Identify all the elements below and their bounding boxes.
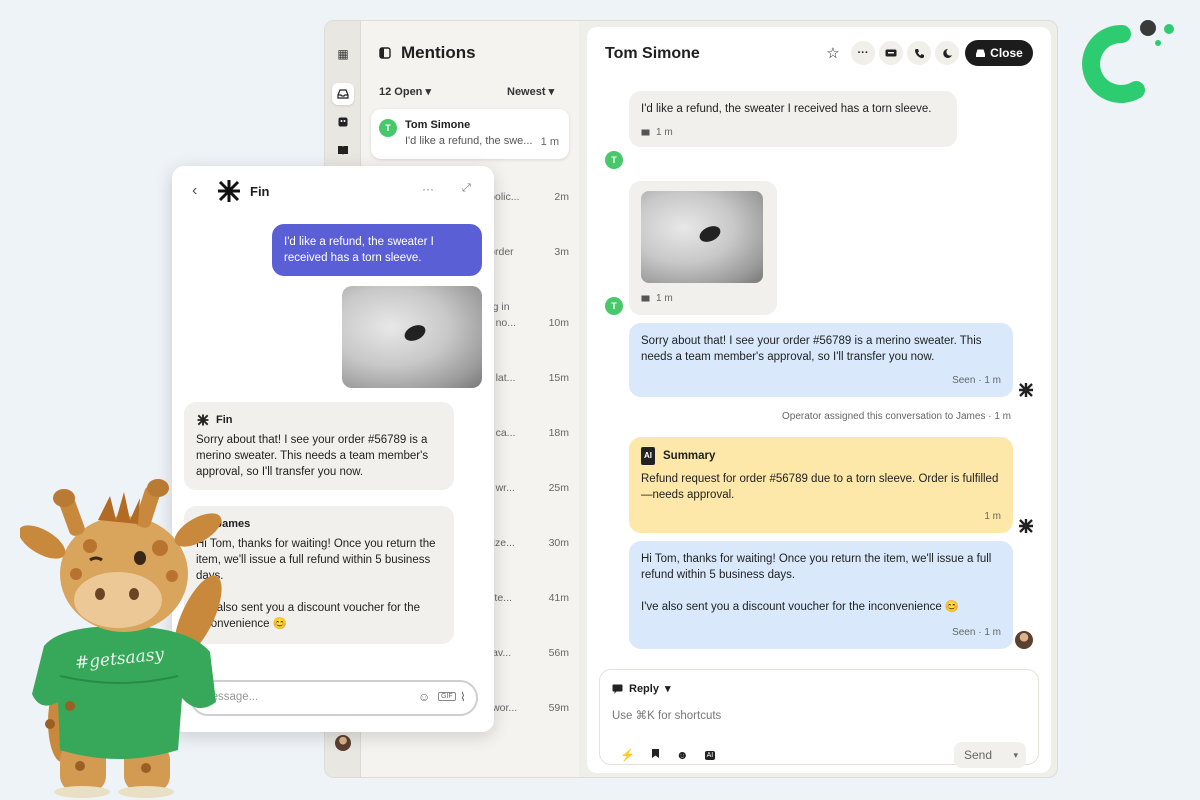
gif-icon[interactable]: GIF — [438, 692, 456, 701]
bookmark-icon[interactable] — [651, 748, 660, 762]
message-time: 1 m — [540, 136, 559, 148]
emoji-icon[interactable]: ☺ — [418, 690, 430, 704]
send-button[interactable]: Send ▾ — [954, 742, 1026, 768]
fin-sender: Fin — [196, 412, 442, 428]
ai-icon: AI — [641, 447, 655, 465]
reply-mode-dropdown[interactable]: Reply ▾ — [612, 682, 671, 695]
phone-icon[interactable] — [907, 41, 931, 65]
seen-status: Seen · 1 m — [952, 627, 1001, 638]
summary-header: AI Summary — [641, 447, 1001, 465]
knowledge-icon[interactable] — [332, 111, 354, 133]
snooze-icon[interactable] — [935, 41, 959, 65]
customer-avatar: T — [605, 151, 623, 169]
customer-message: I'd like a refund, the sweater I receive… — [629, 91, 957, 147]
message-icon — [641, 129, 650, 135]
fin-logo-icon — [218, 180, 240, 202]
list-item[interactable]: he wr... 25m — [481, 482, 571, 498]
user-message: I'd like a refund, the sweater I receive… — [272, 224, 482, 276]
summary-text: Refund request for order #56789 due to a… — [641, 473, 999, 501]
sweater-photo[interactable] — [342, 286, 482, 388]
attach-icon[interactable]: ⌇ — [460, 690, 466, 704]
inbox-icon[interactable] — [332, 83, 354, 105]
widget-title: Fin — [250, 184, 270, 199]
seen-status: Seen · 1 m — [952, 375, 1001, 386]
list-item[interactable]: st wor... 59m — [481, 702, 571, 718]
emoji-icon[interactable]: ☻ — [676, 748, 689, 762]
reply-composer[interactable]: Reply ▾ Use ⌘K for shortcuts ⚡ ☻ AI Send… — [599, 669, 1039, 768]
customer-avatar: T — [379, 119, 397, 137]
customer-avatar: T — [605, 297, 623, 315]
fin-message: Sorry about that! I see your order #5678… — [629, 323, 1013, 397]
list-item[interactable]: bug in en no... 10m — [481, 301, 571, 333]
list-item[interactable]: he lat... 15m — [481, 372, 571, 388]
reply-icon — [612, 684, 623, 694]
james-avatar — [1015, 631, 1033, 649]
brand-logo — [1082, 20, 1174, 103]
star-icon[interactable]: ☆ — [821, 41, 845, 65]
sort-dropdown[interactable]: Newest ▾ — [507, 85, 554, 98]
logo-icon: ▦ — [337, 47, 349, 61]
conversation-panel: Tom Simone ☆ ··· Close I'd like a refund… — [587, 27, 1051, 773]
conversation-title: Tom Simone — [605, 45, 700, 62]
operator-avatar[interactable] — [335, 735, 351, 751]
giraffe-mascot: #getsaasy — [20, 479, 222, 798]
summary-time: 1 m — [984, 511, 1001, 522]
inbox-icon — [976, 49, 986, 57]
message-meta: 1 m — [641, 125, 673, 141]
message-preview: I'd like a refund, the swe... — [405, 135, 533, 147]
book-icon[interactable] — [332, 139, 354, 161]
customer-photo-message: 1 m — [629, 181, 777, 315]
more-icon[interactable]: ··· — [851, 41, 875, 65]
list-header: Mentions — [379, 43, 476, 63]
list-item[interactable]: r size... 30m — [481, 537, 571, 553]
message-meta: 1 m — [641, 291, 673, 307]
sidebar-icon[interactable] — [379, 47, 391, 59]
expand-icon[interactable]: ⤢ — [462, 182, 471, 195]
list-item[interactable]: in ite... 41m — [481, 592, 571, 608]
back-icon[interactable]: ‹ — [192, 182, 197, 200]
fin-logo-icon — [1019, 383, 1033, 397]
fin-logo-icon — [1019, 519, 1033, 533]
ai-icon[interactable]: AI — [704, 750, 716, 760]
conversation-card-active[interactable]: T Tom Simone I'd like a refund, the swe.… — [371, 109, 569, 159]
assignment-event: Operator assigned this conversation to J… — [782, 411, 1011, 422]
list-title: Mentions — [401, 43, 476, 62]
message-icon — [641, 295, 650, 301]
reply-input[interactable]: Use ⌘K for shortcuts — [612, 708, 721, 722]
sweater-photo[interactable] — [641, 191, 763, 283]
list-item[interactable]: y order 3m — [481, 246, 571, 262]
customer-name: Tom Simone — [405, 119, 471, 131]
open-filter[interactable]: 12 Open ▾ — [379, 85, 431, 98]
list-item[interactable]: ts av... 56m — [481, 647, 571, 663]
ticket-icon[interactable] — [879, 41, 903, 65]
agent-message: Hi Tom, thanks for waiting! Once you ret… — [629, 541, 1013, 649]
close-button[interactable]: Close — [965, 40, 1033, 66]
send-chevron-icon[interactable]: ▾ — [1013, 750, 1018, 761]
more-icon[interactable]: ··· — [422, 182, 434, 196]
list-item[interactable]: ? I ca... 18m — [481, 427, 571, 443]
list-item[interactable]: s polic... 2m — [481, 191, 571, 207]
bolt-icon[interactable]: ⚡ — [620, 748, 635, 762]
ai-summary: AI Summary Refund request for order #567… — [629, 437, 1013, 533]
fin-logo-icon — [197, 414, 209, 426]
